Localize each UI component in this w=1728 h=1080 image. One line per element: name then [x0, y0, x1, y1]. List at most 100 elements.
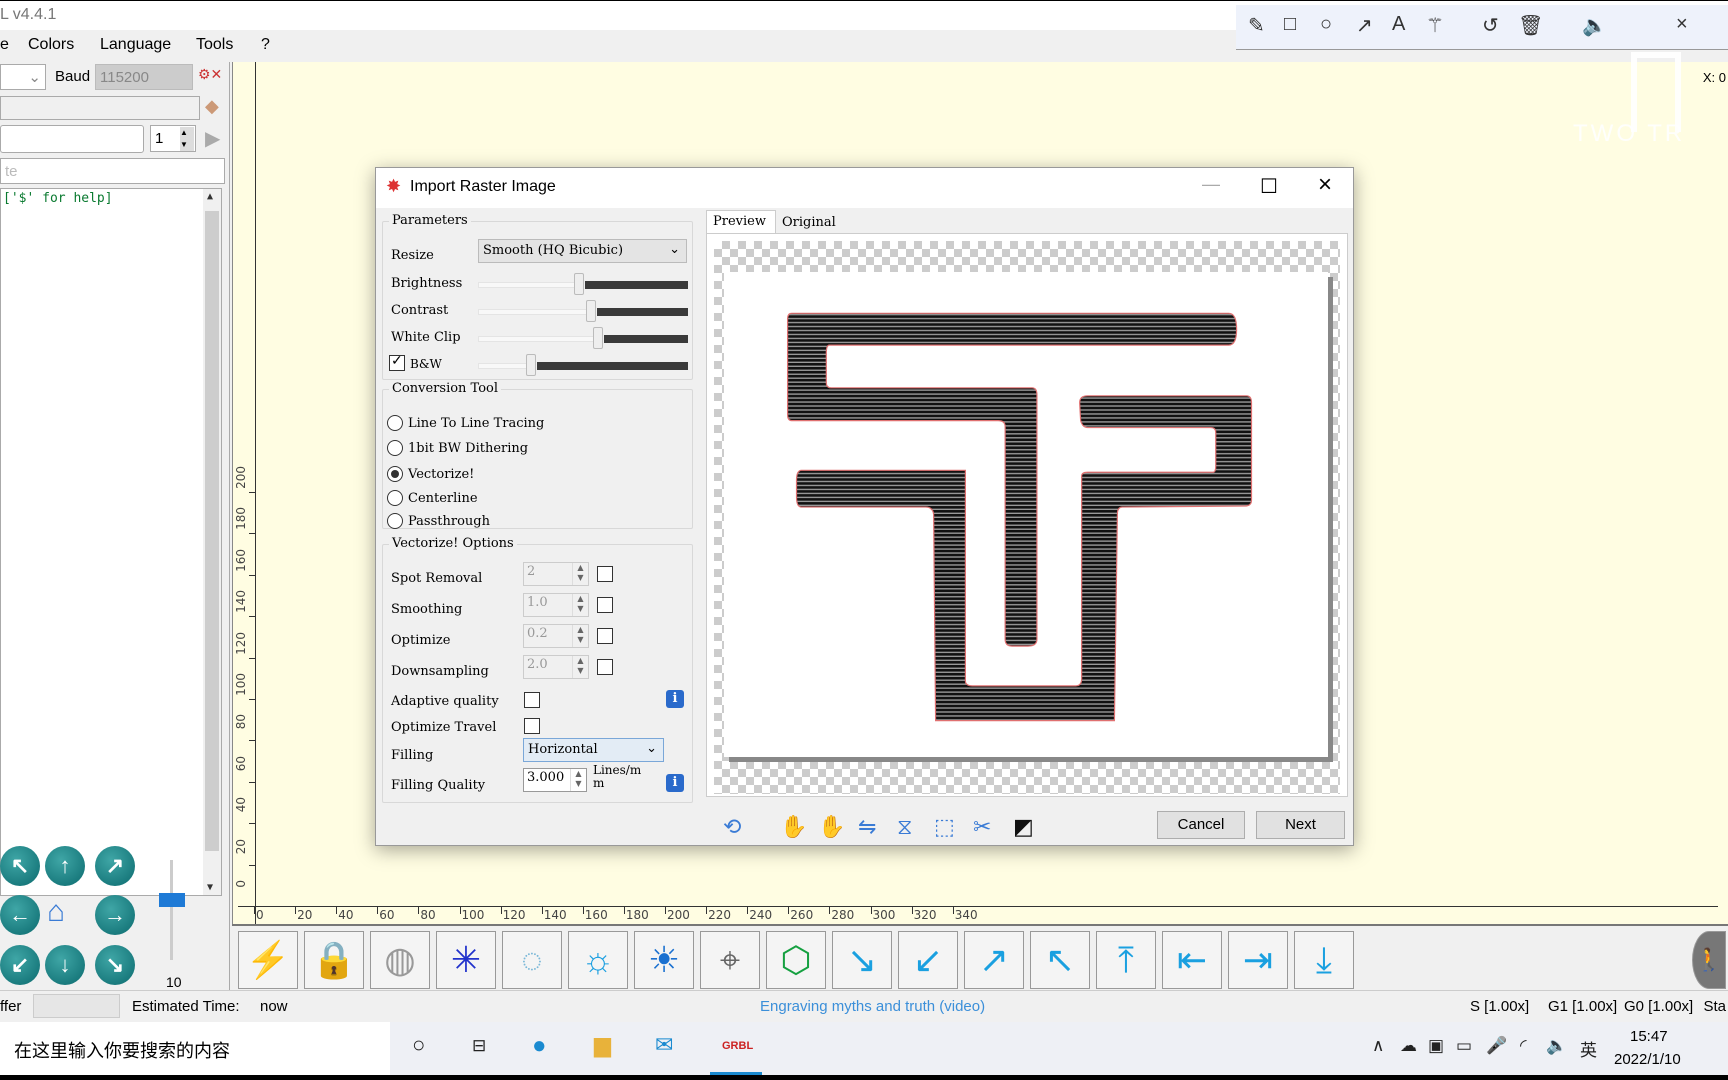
onedrive-icon[interactable]: ☁ [1400, 1036, 1417, 1056]
tab-original[interactable]: Original [778, 213, 846, 234]
volume-icon[interactable]: 🔈 [1546, 1036, 1567, 1056]
radio-1bit-bw-dithering[interactable] [387, 440, 403, 456]
eraser-icon[interactable]: ◆ [205, 96, 219, 117]
text-icon[interactable]: A [1392, 13, 1405, 36]
spot-removal-checkbox[interactable] [597, 566, 613, 582]
arrow-right-button[interactable]: ⇥ [1228, 931, 1288, 989]
auto-trim-icon[interactable]: ✂ [973, 814, 991, 840]
tray-chevron-icon[interactable]: ∧ [1372, 1036, 1384, 1056]
downsampling-checkbox[interactable] [597, 659, 613, 675]
file-field[interactable] [0, 125, 144, 153]
circle-icon[interactable]: ○ [1320, 13, 1332, 36]
flip-vertical-icon[interactable]: ✋ [818, 814, 845, 840]
sun-medium-button[interactable]: ☼ [568, 931, 628, 989]
lightning-button[interactable]: ⚡ [238, 931, 298, 989]
arrow-up-left-button[interactable]: ↖ [1030, 931, 1090, 989]
ime-indicator[interactable]: 英 [1580, 1036, 1597, 1061]
invert-icon[interactable]: ◩ [1013, 814, 1034, 840]
jog-down-right-button[interactable]: ↘ [95, 945, 135, 985]
menu-file[interactable]: e [0, 36, 9, 54]
video-link[interactable]: Engraving myths and truth (video) [760, 998, 985, 1015]
jog-down-button[interactable]: ↓ [45, 945, 85, 985]
wifi-icon[interactable]: ◜ [1520, 1036, 1527, 1056]
console-scrollbar[interactable]: ▲ ▼ [203, 189, 221, 895]
arrow-left-button[interactable]: ⇤ [1162, 931, 1222, 989]
filling-quality-stepper[interactable]: 3.000 ▲ ▼ [523, 768, 587, 792]
downsampling-stepper[interactable]: 2.0 ▲ ▼ [523, 655, 589, 679]
arrow-down-button[interactable]: ⤓ [1294, 931, 1354, 989]
spot-removal-stepper[interactable]: 2 ▲ ▼ [523, 562, 589, 586]
undo-icon[interactable]: ↺ [1482, 13, 1499, 38]
optimize-travel-checkbox[interactable] [524, 718, 540, 734]
disconnect-icon[interactable]: ⚙✕ [198, 66, 222, 83]
baud-select[interactable]: 115200 [95, 64, 193, 90]
lasergrbl-taskbar-icon[interactable]: GRBL [722, 1040, 753, 1052]
resize-select[interactable]: Smooth (HQ Bicubic) ⌄ [478, 239, 687, 263]
map-pin-button[interactable]: ⌖ [700, 931, 760, 989]
arrow-up-button[interactable]: ⤒ [1096, 931, 1156, 989]
clock-time[interactable]: 15:47 [1630, 1028, 1668, 1045]
arrow-icon[interactable]: ↗ [1356, 13, 1373, 38]
arrow-up-right-button[interactable]: ↗ [964, 931, 1024, 989]
laser-button[interactable]: ✳ [436, 931, 496, 989]
slider-thumb[interactable] [525, 354, 536, 376]
radio-centerline[interactable] [387, 490, 403, 506]
adaptive-quality-checkbox[interactable] [524, 692, 540, 708]
radio-line-to-line-tracing[interactable] [387, 415, 403, 431]
magic-wand-icon[interactable]: ⚚ [1426, 13, 1444, 38]
jog-up-right-button[interactable]: ↗ [95, 846, 135, 886]
jog-speed-thumb[interactable] [159, 893, 185, 907]
flip-horizontal-icon[interactable]: ✋ [780, 814, 807, 840]
edge-icon[interactable]: ● [532, 1032, 547, 1060]
rotate-icon[interactable]: ⟲ [723, 814, 741, 840]
cancel-button[interactable]: Cancel [1157, 811, 1245, 839]
close-button[interactable]: × [1318, 171, 1332, 199]
battery-icon[interactable]: ▭ [1456, 1036, 1472, 1056]
taskbar-search[interactable]: 在这里输入你要搜索的内容 [0, 1022, 390, 1075]
jog-right-button[interactable]: → [95, 895, 135, 935]
jog-speed-slider[interactable] [170, 860, 173, 960]
update-icon[interactable]: ▣ [1428, 1036, 1444, 1056]
crop-icon[interactable]: ⬚ [934, 814, 955, 840]
close-icon[interactable]: × [1676, 13, 1688, 36]
maximize-button[interactable]: ☐ [1260, 174, 1278, 199]
mirror-icon[interactable]: ⇋ [858, 814, 876, 840]
speaker-icon[interactable]: 🔈 [1582, 13, 1607, 38]
mail-icon[interactable]: ✉ [655, 1032, 673, 1058]
globe-button[interactable]: ◍ [370, 931, 430, 989]
optimize-checkbox[interactable] [597, 628, 613, 644]
port-select[interactable]: ⌄ [0, 64, 46, 90]
run-icon[interactable]: ▶ [205, 126, 220, 151]
minimize-button[interactable]: — [1202, 174, 1220, 195]
sun-dim-button[interactable]: ◌ [502, 931, 562, 989]
rectangle-icon[interactable]: □ [1284, 13, 1296, 36]
arrow-down-left-button[interactable]: ↙ [898, 931, 958, 989]
slider-thumb[interactable] [592, 327, 603, 349]
menu-colors[interactable]: Colors [28, 36, 74, 54]
cortana-icon[interactable]: ○ [412, 1032, 425, 1058]
console-input[interactable]: te [0, 158, 225, 184]
smoothing-checkbox[interactable] [597, 597, 613, 613]
jog-down-left-button[interactable]: ↙ [0, 945, 40, 985]
filling-quality-info-icon[interactable]: i [666, 774, 684, 792]
jog-up-button[interactable]: ↑ [45, 846, 85, 886]
pencil-icon[interactable]: ✎ [1248, 13, 1265, 38]
white-clip-slider[interactable] [478, 327, 688, 349]
brightness-slider[interactable] [478, 273, 688, 295]
radio-passthrough[interactable] [387, 513, 403, 529]
arrow-down-right-button[interactable]: ↘ [832, 931, 892, 989]
contrast-slider[interactable] [478, 300, 688, 322]
jog-left-button[interactable]: ← [0, 895, 40, 935]
smoothing-stepper[interactable]: 1.0 ▲ ▼ [523, 593, 589, 617]
task-view-icon[interactable]: ⊟ [472, 1036, 486, 1056]
jog-up-left-button[interactable]: ↖ [0, 846, 40, 886]
pass-count-stepper[interactable]: 1 ▲ ▼ [150, 125, 196, 152]
next-button[interactable]: Next [1256, 811, 1345, 839]
file-explorer-icon[interactable]: ▆ [594, 1032, 611, 1058]
lock-button[interactable]: 🔒 [304, 931, 364, 989]
microphone-icon[interactable]: 🎤 [1486, 1036, 1507, 1056]
filling-select[interactable]: Horizontal ⌄ [523, 738, 664, 762]
info-icon[interactable]: i [666, 690, 684, 708]
optimize-stepper[interactable]: 0.2 ▲ ▼ [523, 624, 589, 648]
sun-bright-button[interactable]: ☀ [634, 931, 694, 989]
